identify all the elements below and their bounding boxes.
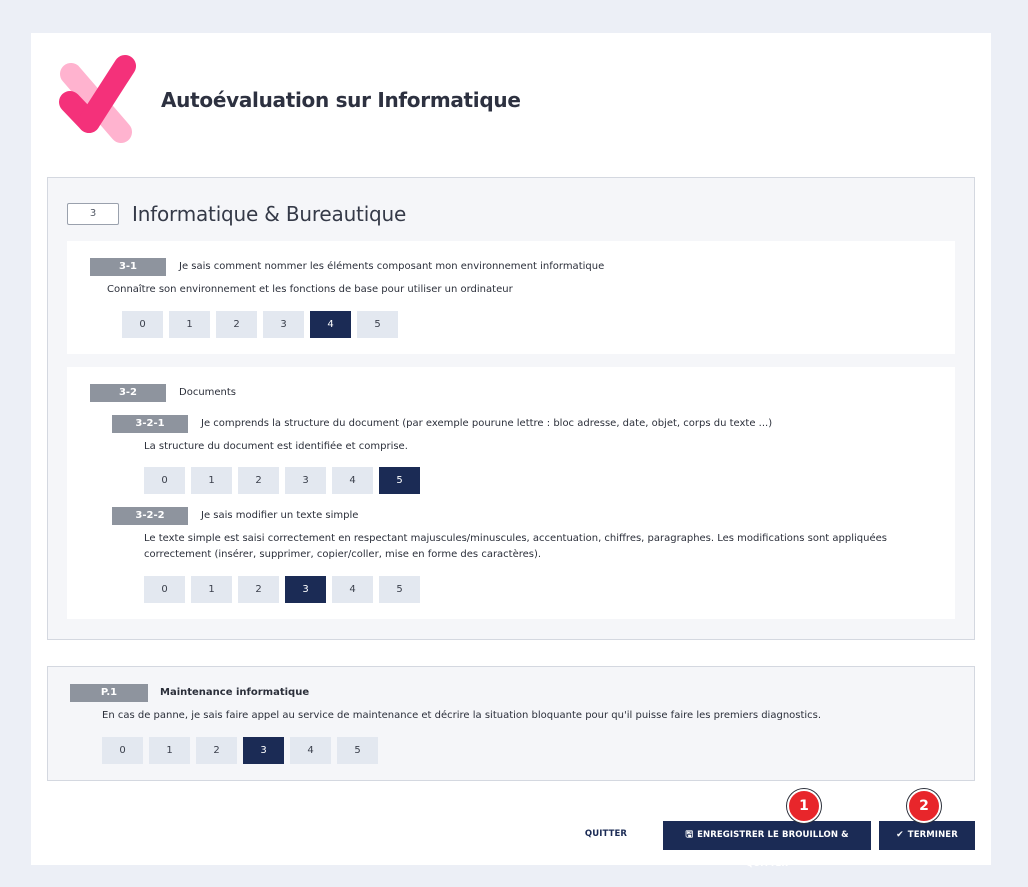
quit-button[interactable]: QUITTER [576, 820, 636, 848]
rating-scale: 012345 [122, 311, 398, 338]
rating-option-4[interactable]: 4 [290, 737, 331, 764]
page-title: Autoévaluation sur Informatique [161, 88, 521, 112]
item-label: Maintenance informatique [160, 687, 310, 698]
save-draft-label: ENREGISTRER LE BROUILLON & QUITTER [697, 830, 849, 869]
subitem-label: Je sais modifier un texte simple [201, 510, 359, 521]
rating-scale: 012345 [144, 467, 420, 494]
subitem-description-line2: correctement (insérer, supprimer, copier… [144, 549, 542, 560]
rating-option-1[interactable]: 1 [169, 311, 210, 338]
rating-option-5[interactable]: 5 [357, 311, 398, 338]
rating-option-4[interactable]: 4 [332, 576, 373, 603]
rating-option-1[interactable]: 1 [149, 737, 190, 764]
rating-option-2[interactable]: 2 [196, 737, 237, 764]
rating-option-5[interactable]: 5 [379, 576, 420, 603]
rating-option-5[interactable]: 5 [337, 737, 378, 764]
save-draft-button[interactable]: 🖫 ENREGISTRER LE BROUILLON & QUITTER [663, 821, 871, 869]
rating-option-4[interactable]: 4 [332, 467, 373, 494]
rating-option-2[interactable]: 2 [238, 467, 279, 494]
item-description: Connaître son environnement et les fonct… [107, 284, 513, 295]
section-title: Informatique & Bureautique [132, 202, 407, 226]
item-description: En cas de panne, je sais faire appel au … [102, 710, 822, 721]
item-label: Je sais comment nommer les éléments comp… [179, 261, 605, 272]
floppy-disk-icon: 🖫 [685, 830, 694, 840]
item-panel: 3-1 Je sais comment nommer les éléments … [67, 241, 955, 354]
rating-option-5[interactable]: 5 [379, 467, 420, 494]
rating-option-2[interactable]: 2 [216, 311, 257, 338]
rating-option-3[interactable]: 3 [285, 467, 326, 494]
competency-section: 3 Informatique & Bureautique 3-1 Je sais… [47, 177, 975, 640]
rating-option-0[interactable]: 0 [144, 576, 185, 603]
rating-option-4[interactable]: 4 [310, 311, 351, 338]
rating-option-1[interactable]: 1 [191, 576, 232, 603]
rating-option-3[interactable]: 3 [263, 311, 304, 338]
section-number: 3 [67, 203, 119, 225]
item-code-badge: 3-2 [90, 384, 166, 402]
subitem-description-line1: Le texte simple est saisi correctement e… [144, 533, 887, 544]
main-card: Autoévaluation sur Informatique 3 Inform… [31, 33, 991, 869]
rating-option-0[interactable]: 0 [122, 311, 163, 338]
rating-option-3[interactable]: 3 [243, 737, 284, 764]
item-code-badge: 3-1 [90, 258, 166, 276]
rating-option-1[interactable]: 1 [191, 467, 232, 494]
rating-option-2[interactable]: 2 [238, 576, 279, 603]
subitem-description: La structure du document est identifiée … [144, 441, 408, 452]
annotation-marker: 2 [907, 789, 941, 823]
check-icon: ✔ [896, 830, 904, 840]
item-code-badge: P.1 [70, 684, 148, 702]
rating-option-0[interactable]: 0 [144, 467, 185, 494]
rating-scale: 012345 [102, 737, 378, 764]
rating-option-3[interactable]: 3 [285, 576, 326, 603]
finish-button[interactable]: ✔ TERMINER [879, 821, 975, 850]
item-label: Documents [179, 387, 237, 398]
finish-label: TERMINER [907, 830, 958, 840]
app-logo [59, 55, 136, 143]
subitem-code-badge: 3-2-1 [112, 415, 188, 433]
item-panel: 3-2 Documents 3-2-1 Je comprends la stru… [67, 367, 955, 619]
rating-option-0[interactable]: 0 [102, 737, 143, 764]
professional-section: P.1 Maintenance informatique En cas de p… [47, 666, 975, 781]
annotation-marker: 1 [787, 789, 821, 823]
subitem-code-badge: 3-2-2 [112, 507, 188, 525]
subitem-label: Je comprends la structure du document (p… [201, 418, 773, 429]
rating-scale: 012345 [144, 576, 420, 603]
